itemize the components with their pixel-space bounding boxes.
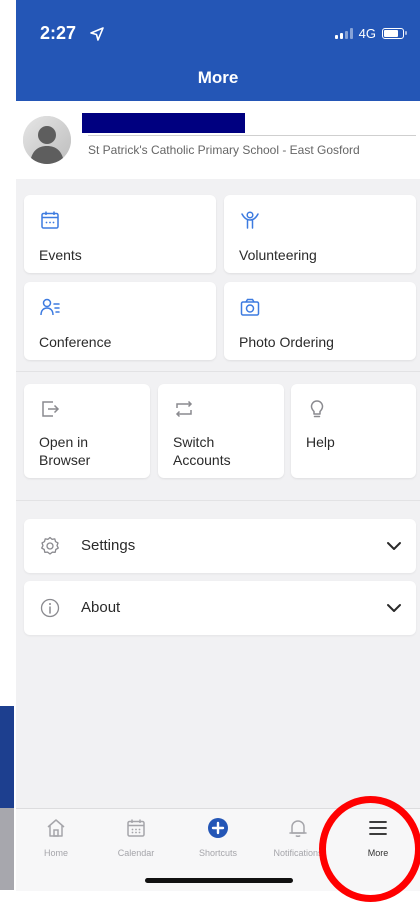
network-type: 4G <box>358 26 376 41</box>
tab-calendar-label: Calendar <box>117 848 155 858</box>
signal-icon <box>334 28 353 39</box>
volunteering-label: Volunteering <box>239 247 317 263</box>
conference-icon <box>40 298 60 316</box>
background-blue-fragment <box>0 706 14 808</box>
location-arrow-icon <box>90 27 104 41</box>
switch-icon <box>175 400 193 418</box>
photo-ordering-card[interactable]: Photo Ordering <box>224 282 416 360</box>
home-icon <box>47 819 65 837</box>
redacted-name <box>82 113 245 133</box>
switch-accounts-card[interactable]: Switch Accounts <box>158 384 284 478</box>
background-left-edge <box>0 0 16 890</box>
calendar-icon <box>127 819 145 837</box>
conference-card[interactable]: Conference <box>24 282 216 360</box>
tab-calendar[interactable]: Calendar <box>96 817 176 858</box>
app-screen: 2:27 4G More St Patrick's Catholic Prima… <box>16 0 420 891</box>
section-divider <box>16 371 420 372</box>
conference-label: Conference <box>39 334 112 350</box>
switch-accounts-label-line2: Accounts <box>173 452 231 468</box>
highlight-circle-annotation <box>319 796 420 902</box>
tab-shortcuts-label: Shortcuts <box>198 848 238 858</box>
settings-accordion[interactable]: Settings <box>24 519 416 573</box>
volunteering-card[interactable]: Volunteering <box>224 195 416 273</box>
chevron-down-icon <box>387 542 401 550</box>
gear-icon <box>41 536 59 555</box>
school-name: St Patrick's Catholic Primary School - E… <box>88 143 360 157</box>
tab-home[interactable]: Home <box>16 817 96 858</box>
switch-accounts-label: Switch Accounts <box>173 433 231 469</box>
open-in-browser-label: Open in Browser <box>39 433 90 469</box>
about-label: About <box>81 599 121 616</box>
tab-shortcuts[interactable]: Shortcuts <box>178 817 258 858</box>
avatar-silhouette-icon <box>23 116 71 164</box>
header-bar: 2:27 4G More <box>16 0 420 101</box>
open-in-browser-label-line1: Open in <box>39 434 89 450</box>
page-title: More <box>197 68 239 87</box>
help-card[interactable]: Help <box>291 384 416 478</box>
settings-label: Settings <box>81 537 136 554</box>
events-label: Events <box>39 247 82 263</box>
switch-accounts-label-line1: Switch <box>173 434 215 450</box>
chevron-down-icon <box>387 604 401 612</box>
about-accordion[interactable]: About <box>24 581 416 635</box>
status-indicators: 4G <box>334 26 407 41</box>
camera-icon <box>240 298 260 316</box>
open-external-icon <box>42 401 60 417</box>
bell-icon <box>289 820 307 837</box>
volunteer-icon <box>241 211 259 229</box>
help-label: Help <box>306 434 335 450</box>
plus-circle-icon <box>208 818 228 838</box>
photo-ordering-label: Photo Ordering <box>239 334 334 350</box>
tab-home-label: Home <box>43 848 68 858</box>
info-icon <box>40 598 60 618</box>
open-in-browser-label-line2: Browser <box>39 452 91 468</box>
profile-divider <box>88 135 416 136</box>
battery-icon <box>382 28 407 39</box>
status-time: 2:27 <box>40 23 77 43</box>
section-divider <box>16 500 420 501</box>
lightbulb-icon <box>310 400 324 418</box>
background-grey-fragment <box>0 808 14 890</box>
events-card[interactable]: Events <box>24 195 216 273</box>
open-in-browser-card[interactable]: Open in Browser <box>24 384 150 478</box>
profile-row[interactable]: St Patrick's Catholic Primary School - E… <box>16 101 420 179</box>
avatar <box>23 116 71 164</box>
home-indicator <box>145 878 293 883</box>
calendar-icon <box>41 211 59 229</box>
